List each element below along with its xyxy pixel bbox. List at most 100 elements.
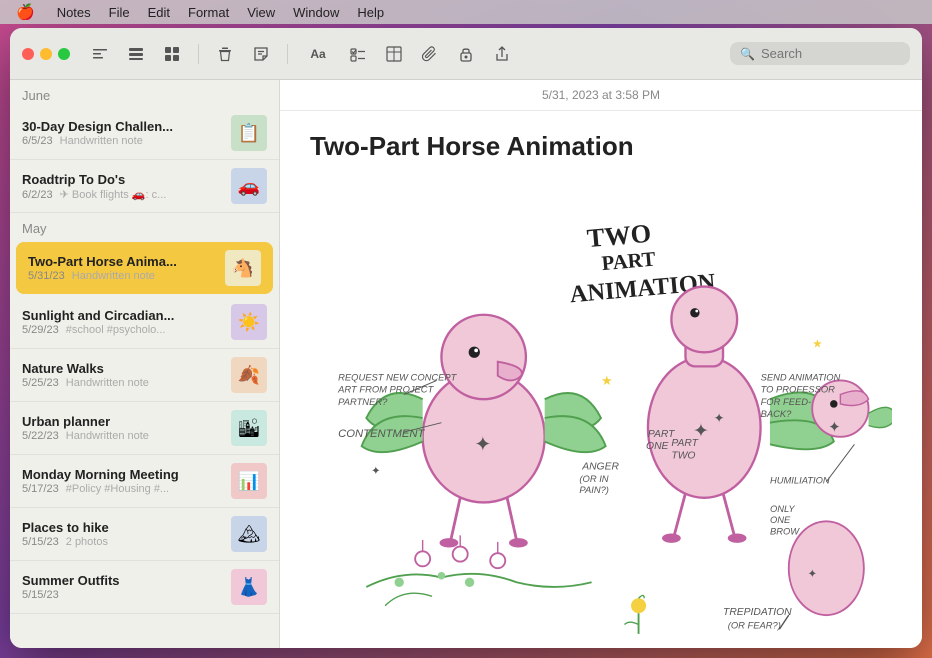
- new-note-icon: [253, 46, 269, 62]
- note-date: 5/25/23: [22, 377, 59, 389]
- maximize-button[interactable]: [58, 48, 70, 60]
- svg-text:✦: ✦: [808, 569, 817, 581]
- menu-notes[interactable]: Notes: [49, 3, 99, 22]
- menu-view[interactable]: View: [239, 3, 283, 22]
- delete-button[interactable]: [211, 40, 239, 68]
- note-title: Summer Outfits: [22, 573, 221, 588]
- new-note-button[interactable]: [247, 40, 275, 68]
- sidebar-icon: [92, 46, 108, 62]
- svg-text:PART: PART: [601, 249, 657, 276]
- note-date: 5/17/23: [22, 483, 59, 495]
- list-item[interactable]: Monday Morning Meeting 5/17/23 #Policy #…: [10, 455, 279, 508]
- menu-file[interactable]: File: [101, 3, 138, 22]
- svg-text:(OR FEAR?): (OR FEAR?): [728, 620, 781, 630]
- svg-text:PAIN?): PAIN?): [579, 485, 609, 495]
- note-thumbnail: 🏔: [231, 516, 267, 552]
- note-meta: 5/25/23 Handwritten note: [22, 377, 221, 389]
- close-button[interactable]: [22, 48, 34, 60]
- notes-window: Aa: [10, 28, 922, 648]
- menu-window[interactable]: Window: [285, 3, 347, 22]
- note-meta: 5/17/23 #Policy #Housing #...: [22, 483, 221, 495]
- note-title: Roadtrip To Do's: [22, 172, 221, 187]
- note-preview: ✈ Book flights 🚗: c...: [60, 189, 167, 201]
- search-input[interactable]: [761, 46, 900, 61]
- checklist-button[interactable]: [344, 40, 372, 68]
- note-title: Two-Part Horse Anima...: [28, 254, 215, 269]
- note-timestamp: 5/31, 2023 at 3:58 PM: [280, 80, 922, 111]
- note-text: Sunlight and Circadian... 5/29/23 #schoo…: [22, 308, 221, 336]
- note-preview: Handwritten note: [72, 270, 155, 282]
- menu-format[interactable]: Format: [180, 3, 237, 22]
- note-preview: #Policy #Housing #...: [66, 483, 169, 495]
- attachment-icon: [422, 46, 438, 62]
- apple-menu[interactable]: 🍎: [8, 1, 43, 23]
- svg-text:★: ★: [812, 339, 822, 351]
- sidebar-toggle-button[interactable]: [86, 40, 114, 68]
- list-item[interactable]: 30-Day Design Challen... 6/5/23 Handwrit…: [10, 107, 279, 160]
- note-body[interactable]: Two-Part Horse Animation TWO PART ANIMAT…: [280, 111, 922, 648]
- may-section-label: May: [10, 213, 279, 240]
- list-view-button[interactable]: [122, 40, 150, 68]
- note-title: Monday Morning Meeting: [22, 467, 221, 482]
- gallery-view-button[interactable]: [158, 40, 186, 68]
- notes-list: June 30-Day Design Challen... 6/5/23 Han…: [10, 80, 279, 648]
- list-item[interactable]: Roadtrip To Do's 6/2/23 ✈ Book flights 🚗…: [10, 160, 279, 213]
- note-text: Roadtrip To Do's 6/2/23 ✈ Book flights 🚗…: [22, 172, 221, 201]
- svg-text:✦: ✦: [828, 419, 841, 436]
- note-preview: Handwritten note: [66, 430, 149, 442]
- minimize-button[interactable]: [40, 48, 52, 60]
- note-meta: 5/29/23 #school #psycholo...: [22, 324, 221, 336]
- table-button[interactable]: [380, 40, 408, 68]
- note-meta: 5/15/23: [22, 589, 221, 601]
- svg-text:TO PROFESSOR: TO PROFESSOR: [761, 385, 836, 395]
- note-preview: 2 photos: [66, 536, 108, 548]
- note-date: 5/29/23: [22, 324, 59, 336]
- note-text: Nature Walks 5/25/23 Handwritten note: [22, 361, 221, 389]
- trash-icon: [217, 46, 233, 62]
- svg-text:✦: ✦: [371, 465, 380, 477]
- share-button[interactable]: [488, 40, 516, 68]
- separator-2: [287, 44, 288, 64]
- note-title: Nature Walks: [22, 361, 221, 376]
- menu-help[interactable]: Help: [349, 3, 392, 22]
- list-item[interactable]: Urban planner 5/22/23 Handwritten note 🏙: [10, 402, 279, 455]
- svg-text:ART FROM PROJECT: ART FROM PROJECT: [337, 385, 434, 395]
- svg-text:ANGER: ANGER: [581, 462, 619, 473]
- main-area: June 30-Day Design Challen... 6/5/23 Han…: [10, 80, 922, 648]
- svg-text:ONLY: ONLY: [770, 504, 795, 514]
- note-preview: Handwritten note: [60, 135, 143, 147]
- note-thumbnail: 🐴: [225, 250, 261, 286]
- note-date: 6/2/23: [22, 189, 53, 201]
- note-title: Sunlight and Circadian...: [22, 308, 221, 323]
- toolbar: Aa: [10, 28, 922, 80]
- gallery-view-icon: [164, 46, 180, 62]
- note-thumbnail: ☀️: [231, 304, 267, 340]
- note-date: 5/15/23: [22, 589, 59, 601]
- menu-edit[interactable]: Edit: [140, 3, 178, 22]
- svg-text:✦: ✦: [714, 411, 725, 426]
- note-text: Summer Outfits 5/15/23: [22, 573, 221, 601]
- svg-text:FOR FEED-: FOR FEED-: [761, 397, 812, 407]
- lock-button[interactable]: [452, 40, 480, 68]
- svg-text:TWO: TWO: [586, 219, 653, 253]
- svg-text:TWO: TWO: [671, 450, 695, 461]
- note-text: 30-Day Design Challen... 6/5/23 Handwrit…: [22, 119, 221, 147]
- list-item[interactable]: Sunlight and Circadian... 5/29/23 #schoo…: [10, 296, 279, 349]
- note-date: 5/31/23: [28, 270, 65, 282]
- note-date: 6/5/23: [22, 135, 53, 147]
- list-item[interactable]: Two-Part Horse Anima... 5/31/23 Handwrit…: [16, 242, 273, 294]
- format-aa-button[interactable]: Aa: [300, 40, 336, 68]
- attachment-button[interactable]: [416, 40, 444, 68]
- note-meta: 6/2/23 ✈ Book flights 🚗: c...: [22, 188, 221, 201]
- table-icon: [386, 46, 402, 62]
- note-thumbnail: 📋: [231, 115, 267, 151]
- june-section-label: June: [10, 80, 279, 107]
- note-title: Urban planner: [22, 414, 221, 429]
- sidebar: June 30-Day Design Challen... 6/5/23 Han…: [10, 80, 280, 648]
- note-title: Places to hike: [22, 520, 221, 535]
- list-item[interactable]: Places to hike 5/15/23 2 photos 🏔: [10, 508, 279, 561]
- sketch-svg: TWO PART ANIMATION: [310, 178, 892, 648]
- list-item[interactable]: Nature Walks 5/25/23 Handwritten note 🍂: [10, 349, 279, 402]
- svg-text:BROW: BROW: [770, 526, 800, 536]
- list-item[interactable]: Summer Outfits 5/15/23 👗: [10, 561, 279, 614]
